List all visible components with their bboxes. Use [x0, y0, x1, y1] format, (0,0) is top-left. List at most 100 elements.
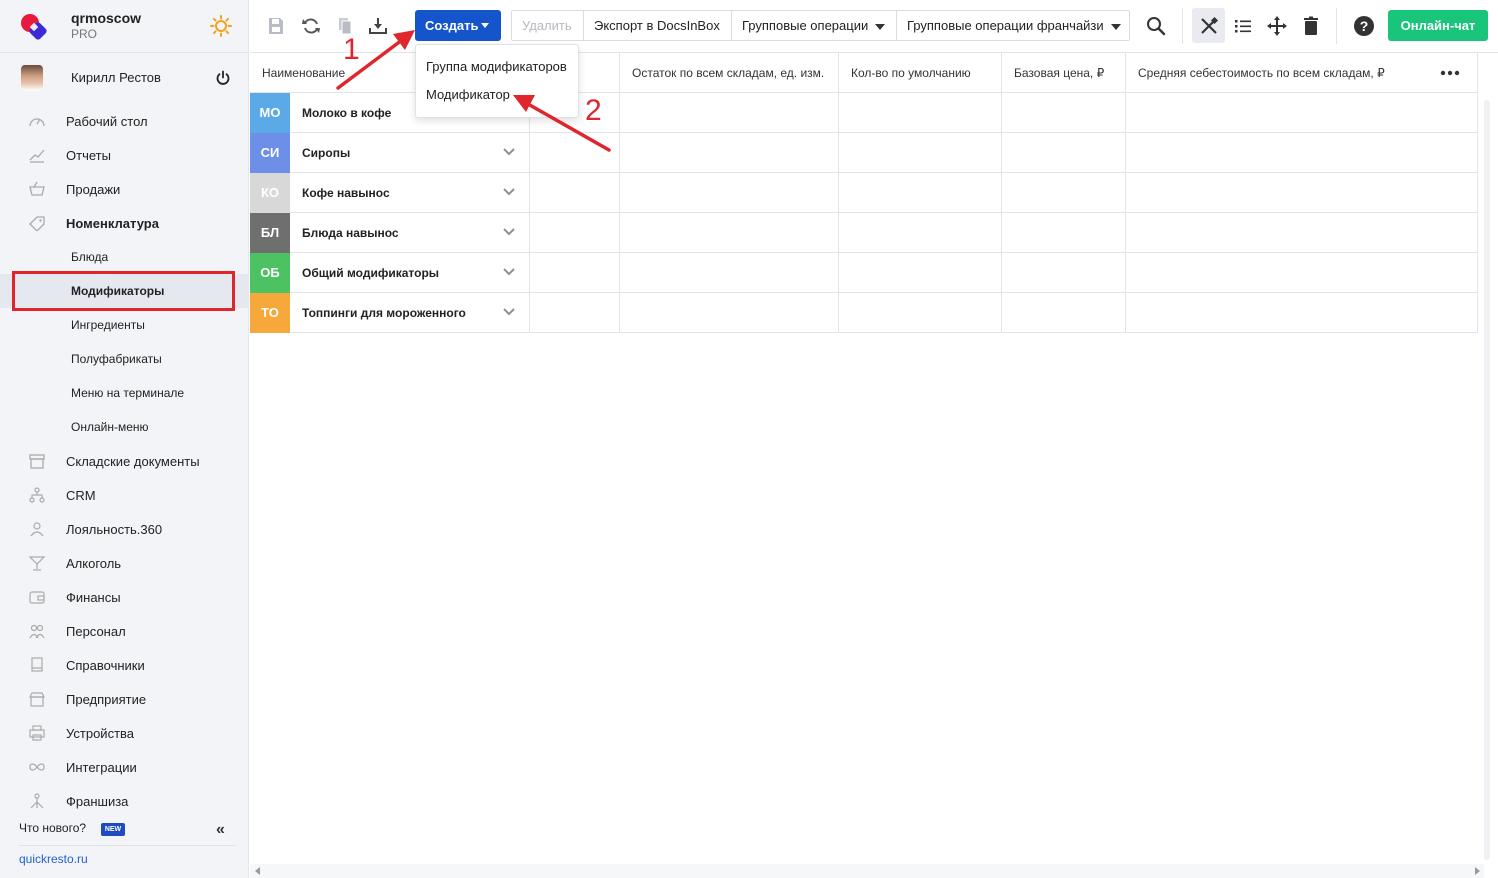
table-cell[interactable]	[620, 133, 839, 173]
save-icon[interactable]	[265, 15, 287, 37]
sidebar-item-franchise[interactable]: Франшиза	[0, 784, 249, 818]
sidebar-item-alcohol[interactable]: Алкоголь	[0, 546, 249, 580]
user-panel[interactable]: Кирилл Рестов	[0, 53, 249, 103]
help-icon[interactable]: ?	[1353, 15, 1375, 37]
collapse-sidebar-icon[interactable]: «	[216, 821, 225, 839]
table-cell[interactable]	[1002, 293, 1126, 333]
sidebar-item-integrations[interactable]: Интеграции	[0, 750, 249, 784]
export-docsinbox-button[interactable]: Экспорт в DocsInBox	[584, 11, 732, 40]
sidebar-item-nomenclature[interactable]: Номенклатура	[0, 206, 249, 240]
table-row[interactable]: ТО Топпинги для мороженного	[250, 293, 1478, 333]
table-cell[interactable]	[1002, 253, 1126, 293]
sidebar-item-finance[interactable]: Финансы	[0, 580, 249, 614]
table-cell[interactable]	[1126, 253, 1478, 293]
table-cell[interactable]	[839, 173, 1002, 213]
table-cell[interactable]	[1126, 213, 1478, 253]
table-cell[interactable]	[620, 173, 839, 213]
search-icon[interactable]	[1145, 15, 1167, 37]
sidebar-item-staff[interactable]: Персонал	[0, 614, 249, 648]
sidebar-item-enterprise[interactable]: Предприятие	[0, 682, 249, 716]
chevron-down-icon[interactable]	[502, 267, 516, 277]
table-cell[interactable]	[530, 173, 620, 213]
group-operations-franchise-button[interactable]: Групповые операции франчайзи	[897, 11, 1129, 40]
sidebar-subitem-dishes[interactable]: Блюда	[0, 240, 249, 274]
name-cell[interactable]: КО Кофе навынос	[250, 173, 530, 213]
table-row[interactable]: ОБ Общий модификаторы	[250, 253, 1478, 293]
name-cell[interactable]: ОБ Общий модификаторы	[250, 253, 530, 293]
scroll-right-icon[interactable]	[1475, 867, 1480, 875]
table-cell[interactable]	[1126, 173, 1478, 213]
tools-icon[interactable]	[1198, 15, 1220, 37]
table-cell[interactable]	[839, 253, 1002, 293]
table-cell[interactable]	[1002, 93, 1126, 133]
brand-header[interactable]: qrmoscow PRO	[0, 0, 249, 53]
table-cell[interactable]	[839, 293, 1002, 333]
site-link[interactable]: quickresto.ru	[19, 852, 88, 866]
avatar[interactable]	[21, 65, 43, 91]
power-icon[interactable]	[215, 70, 231, 86]
vertical-scrollbar[interactable]	[1484, 100, 1490, 860]
name-cell[interactable]: ТО Топпинги для мороженного	[250, 293, 530, 333]
sun-icon[interactable]	[210, 15, 232, 37]
menu-item-modifier[interactable]: Модификатор	[416, 81, 578, 109]
table-row[interactable]: БЛ Блюда навынос	[250, 213, 1478, 253]
delete-button[interactable]: Удалить	[512, 11, 584, 40]
table-row[interactable]: СИ Сиропы	[250, 133, 1478, 173]
whats-new-link[interactable]: Что нового?	[19, 821, 86, 835]
sidebar-item-devices[interactable]: Устройства	[0, 716, 249, 750]
sidebar-subitem-terminal-menu[interactable]: Меню на терминале	[0, 376, 249, 410]
sidebar-item-crm[interactable]: CRM	[0, 478, 249, 512]
chevron-down-icon[interactable]	[502, 227, 516, 237]
sidebar-item-reports[interactable]: Отчеты	[0, 138, 249, 172]
sidebar-subitem-ingredients[interactable]: Ингредиенты	[0, 308, 249, 342]
sidebar-item-warehouse-docs[interactable]: Складские документы	[0, 444, 249, 478]
trash-icon[interactable]	[1300, 15, 1322, 37]
move-icon[interactable]	[1266, 15, 1288, 37]
table-cell[interactable]	[530, 213, 620, 253]
scroll-left-icon[interactable]	[255, 867, 260, 875]
name-cell[interactable]: БЛ Блюда навынос	[250, 213, 530, 253]
sidebar-item-directories[interactable]: Справочники	[0, 648, 249, 682]
menu-item-modifier-group[interactable]: Группа модификаторов	[416, 53, 578, 81]
table-cell[interactable]	[1126, 133, 1478, 173]
table-cell[interactable]	[1002, 173, 1126, 213]
sidebar-subitem-label: Полуфабрикаты	[71, 352, 162, 366]
table-cell[interactable]	[1126, 293, 1478, 333]
create-button[interactable]: Создать	[415, 10, 501, 41]
column-header-avg-cost[interactable]: Средняя себестоимость по всем складам, ₽	[1126, 53, 1478, 93]
column-header-stock[interactable]: Остаток по всем складам, ед. изм.	[620, 53, 839, 93]
table-cell[interactable]	[620, 253, 839, 293]
table-cell[interactable]	[839, 213, 1002, 253]
table-cell[interactable]	[530, 133, 620, 173]
sidebar-item-dashboard[interactable]: Рабочий стол	[0, 104, 249, 138]
group-operations-button[interactable]: Групповые операции	[732, 11, 897, 40]
chevron-down-icon[interactable]	[502, 307, 516, 317]
sidebar-subitem-semi-finished[interactable]: Полуфабрикаты	[0, 342, 249, 376]
list-view-icon[interactable]	[1232, 15, 1254, 37]
table-cell[interactable]	[620, 213, 839, 253]
table-cell[interactable]	[1002, 213, 1126, 253]
download-icon[interactable]	[367, 15, 389, 37]
divider	[19, 845, 236, 846]
table-cell[interactable]	[839, 133, 1002, 173]
chevron-down-icon[interactable]	[502, 147, 516, 157]
column-header-base-price[interactable]: Базовая цена, ₽	[1002, 53, 1126, 93]
refresh-icon[interactable]	[300, 15, 322, 37]
sidebar-item-sales[interactable]: Продажи	[0, 172, 249, 206]
chevron-down-icon[interactable]	[502, 187, 516, 197]
table-cell[interactable]	[530, 293, 620, 333]
table-row[interactable]: КО Кофе навынос	[250, 173, 1478, 213]
table-cell[interactable]	[1002, 133, 1126, 173]
table-cell[interactable]	[530, 253, 620, 293]
table-cell[interactable]	[620, 93, 839, 133]
column-header-default-qty[interactable]: Кол-во по умолчанию	[839, 53, 1002, 93]
sidebar-subitem-online-menu[interactable]: Онлайн-меню	[0, 410, 249, 444]
horizontal-scrollbar[interactable]	[250, 864, 1484, 878]
more-options-icon[interactable]	[1440, 70, 1460, 76]
online-chat-button[interactable]: Онлайн-чат	[1388, 10, 1488, 41]
table-cell[interactable]	[839, 93, 1002, 133]
name-cell[interactable]: СИ Сиропы	[250, 133, 530, 173]
table-cell[interactable]	[1126, 93, 1478, 133]
sidebar-item-loyalty[interactable]: Лояльность.360	[0, 512, 249, 546]
table-cell[interactable]	[620, 293, 839, 333]
